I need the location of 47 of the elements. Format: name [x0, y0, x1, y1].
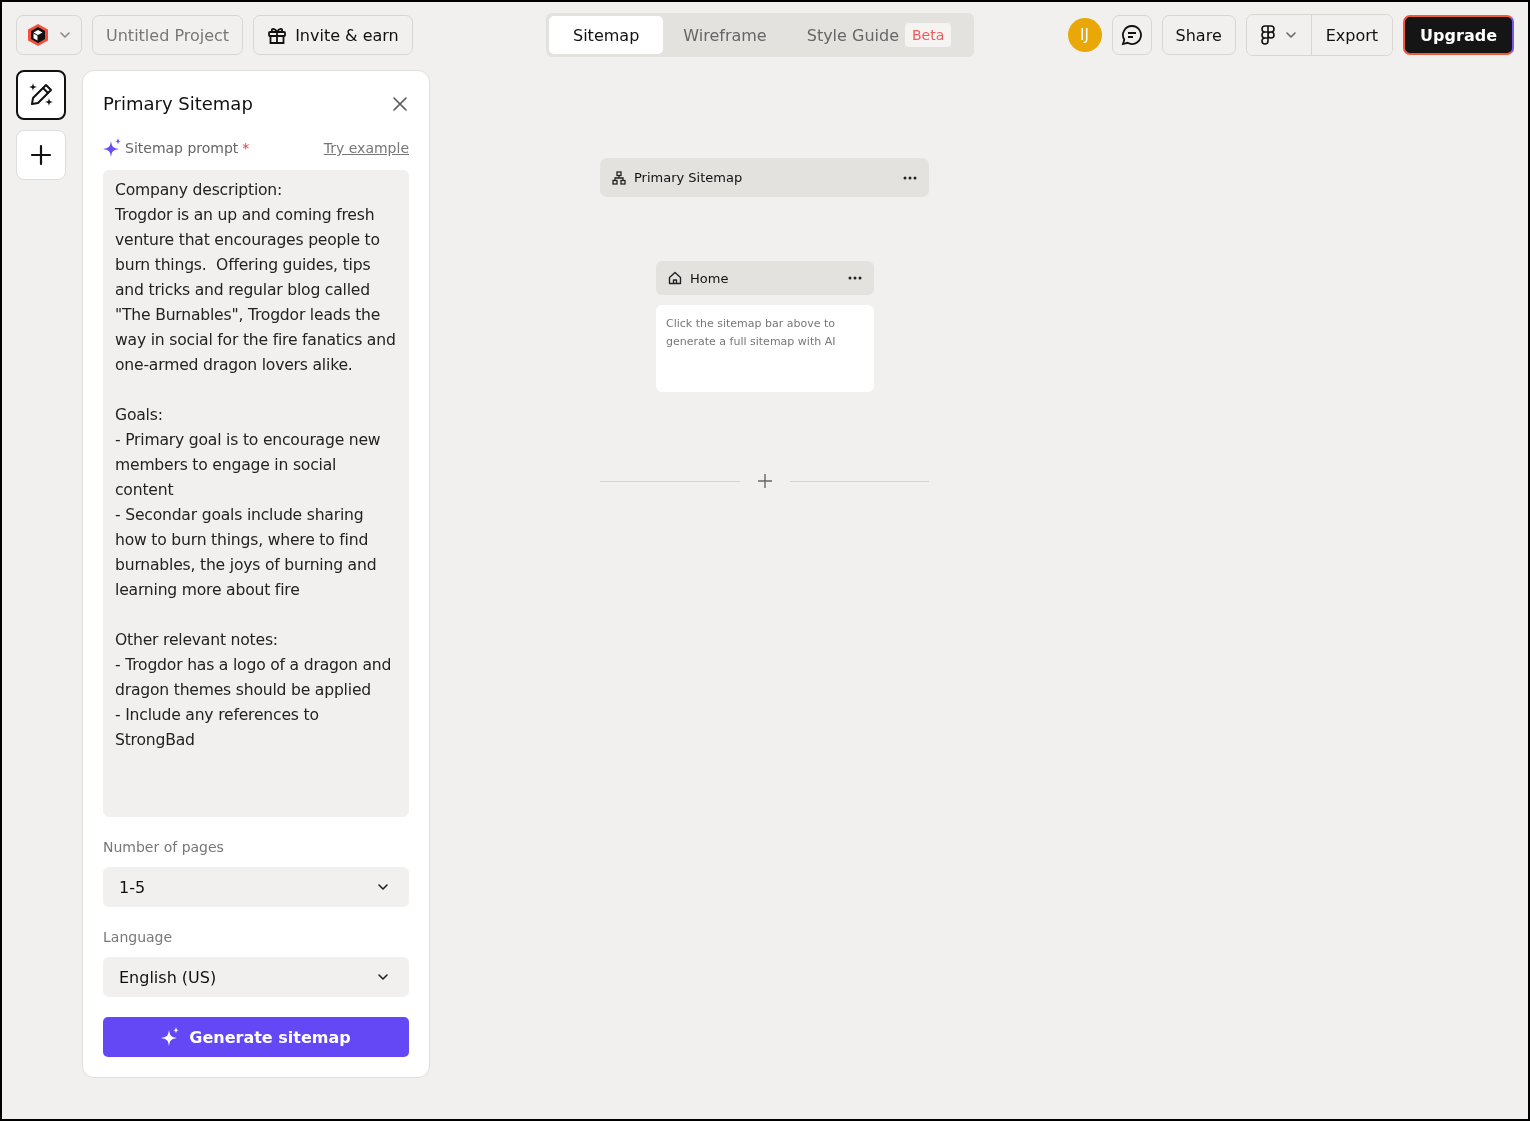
more-icon	[903, 175, 917, 180]
add-section-button[interactable]	[755, 472, 774, 490]
page-node-header[interactable]: Home	[656, 261, 874, 295]
share-button[interactable]: Share	[1161, 15, 1236, 55]
plus-icon	[30, 144, 52, 166]
tab[interactable]: Sitemap	[549, 16, 664, 54]
gift-icon	[267, 25, 288, 45]
ai-edit-button[interactable]	[16, 70, 66, 120]
dropdown[interactable]: 1-5	[103, 867, 409, 907]
chat-bubble-icon	[1120, 24, 1143, 46]
project-name-button[interactable]: Untitled Project	[92, 15, 244, 55]
more-icon	[848, 276, 862, 280]
sparkle-icon	[161, 1027, 180, 1047]
invite-button[interactable]: Invite & earn	[253, 15, 413, 55]
logo-icon	[27, 23, 49, 47]
logo-menu-button[interactable]	[16, 15, 82, 55]
close-icon	[393, 96, 407, 111]
field-label: Number of pages	[103, 839, 225, 855]
page-title: Home	[690, 270, 730, 286]
plus-icon	[757, 474, 772, 488]
chevron-down-icon	[377, 973, 389, 981]
prompt-field[interactable]: Company description: Trogdor is an up and coming fresh venture that encourages people to burn things. Offering guides, tips and tricks and regular blog called "The Burnables", Trogdor leads the way in social for the fire fanatics and one-armed dragon lovers alike. Goals: - Primary goal is to encourage new members to engage in social content - Secondar goals include sharing how to burn things, where to find burnables, the joys of burning and learning more about fire Other relevant notes: - Trogdor has a logo of a dragon and dragon themes should be applied - Include any references to StrongBad	[103, 170, 409, 817]
add-button[interactable]	[16, 130, 66, 180]
chevron-down-icon	[377, 883, 389, 891]
caret-icon	[59, 31, 71, 39]
required-mark: *	[242, 140, 250, 156]
generate-button[interactable]: Generate sitemap	[103, 1017, 409, 1057]
dropdown[interactable]: English (US)	[103, 957, 409, 997]
try-example-link[interactable]: Try example	[323, 140, 409, 156]
upgrade-button[interactable]: Upgrade	[1403, 15, 1514, 55]
comment-button[interactable]	[1111, 15, 1152, 55]
caret-icon	[1284, 31, 1297, 39]
tab[interactable]: Style Guide Beta	[786, 16, 972, 54]
close-button[interactable]	[391, 94, 409, 113]
sitemap-icon	[612, 170, 626, 185]
panel-title: Primary Sitemap	[103, 93, 253, 114]
field-label: Sitemap prompt	[125, 140, 239, 156]
tab[interactable]: Wireframe	[663, 16, 787, 54]
figma-menu-button[interactable]	[1246, 15, 1312, 55]
sitemap-bar[interactable]: Primary Sitemap	[600, 158, 929, 197]
sitemap-title: Primary Sitemap	[634, 170, 744, 185]
home-icon	[668, 271, 682, 285]
beta-badge: Beta	[905, 23, 952, 47]
hint-text: Click the sitemap bar above to generate a full sitemap with AI	[666, 316, 837, 350]
field-label: Language	[103, 929, 174, 945]
figma-icon	[1260, 25, 1275, 45]
sparkle-icon	[103, 138, 121, 158]
